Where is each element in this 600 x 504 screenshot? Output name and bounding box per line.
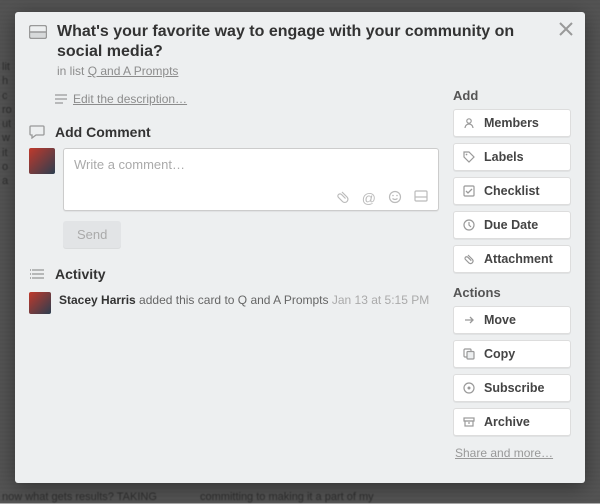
move-button[interactable]: Move: [453, 306, 571, 334]
copy-icon: [462, 348, 476, 360]
close-icon[interactable]: [559, 22, 573, 36]
card-icon: [29, 25, 47, 39]
activity-time: Jan 13 at 5:15 PM: [332, 293, 429, 307]
activity-user[interactable]: Stacey Harris: [59, 293, 136, 307]
comment-input[interactable]: [74, 157, 428, 172]
add-heading: Add: [453, 88, 571, 103]
labels-icon: [462, 151, 476, 163]
emoji-icon[interactable]: [388, 190, 402, 206]
attachment-icon: [462, 253, 476, 265]
actions-heading: Actions: [453, 285, 571, 300]
activity-heading: Activity: [55, 266, 106, 282]
checklist-button[interactable]: Checklist: [453, 177, 571, 205]
card-modal: What's your favorite way to engage with …: [15, 12, 585, 483]
activity-icon: [29, 268, 45, 280]
comment-box[interactable]: @: [63, 148, 439, 211]
labels-button[interactable]: Labels: [453, 143, 571, 171]
copy-button[interactable]: Copy: [453, 340, 571, 368]
current-user-avatar: [29, 148, 55, 174]
subscribe-button[interactable]: Subscribe: [453, 374, 571, 402]
members-icon: [462, 117, 476, 129]
card-title[interactable]: What's your favorite way to engage with …: [57, 22, 549, 62]
mention-icon[interactable]: @: [362, 190, 376, 206]
members-button[interactable]: Members: [453, 109, 571, 137]
attachment-button[interactable]: Attachment: [453, 245, 571, 273]
activity-entry: Stacey Harris added this card to Q and A…: [29, 292, 439, 314]
send-button[interactable]: Send: [63, 221, 121, 248]
comment-icon: [29, 125, 45, 139]
subscribe-icon: [462, 382, 476, 394]
list-link[interactable]: Q and A Prompts: [88, 64, 179, 78]
edit-description-link[interactable]: Edit the description…: [55, 92, 439, 106]
add-comment-heading: Add Comment: [55, 124, 151, 140]
checklist-icon: [462, 185, 476, 197]
card-subtitle: in list Q and A Prompts: [57, 64, 549, 78]
description-icon: [55, 94, 67, 104]
archive-button[interactable]: Archive: [453, 408, 571, 436]
attach-icon[interactable]: [336, 190, 350, 206]
card-attach-icon[interactable]: [414, 190, 428, 206]
archive-icon: [462, 416, 476, 428]
due-date-button[interactable]: Due Date: [453, 211, 571, 239]
move-icon: [462, 314, 476, 326]
clock-icon: [462, 219, 476, 231]
share-more-link[interactable]: Share and more…: [453, 446, 571, 460]
activity-avatar: [29, 292, 51, 314]
